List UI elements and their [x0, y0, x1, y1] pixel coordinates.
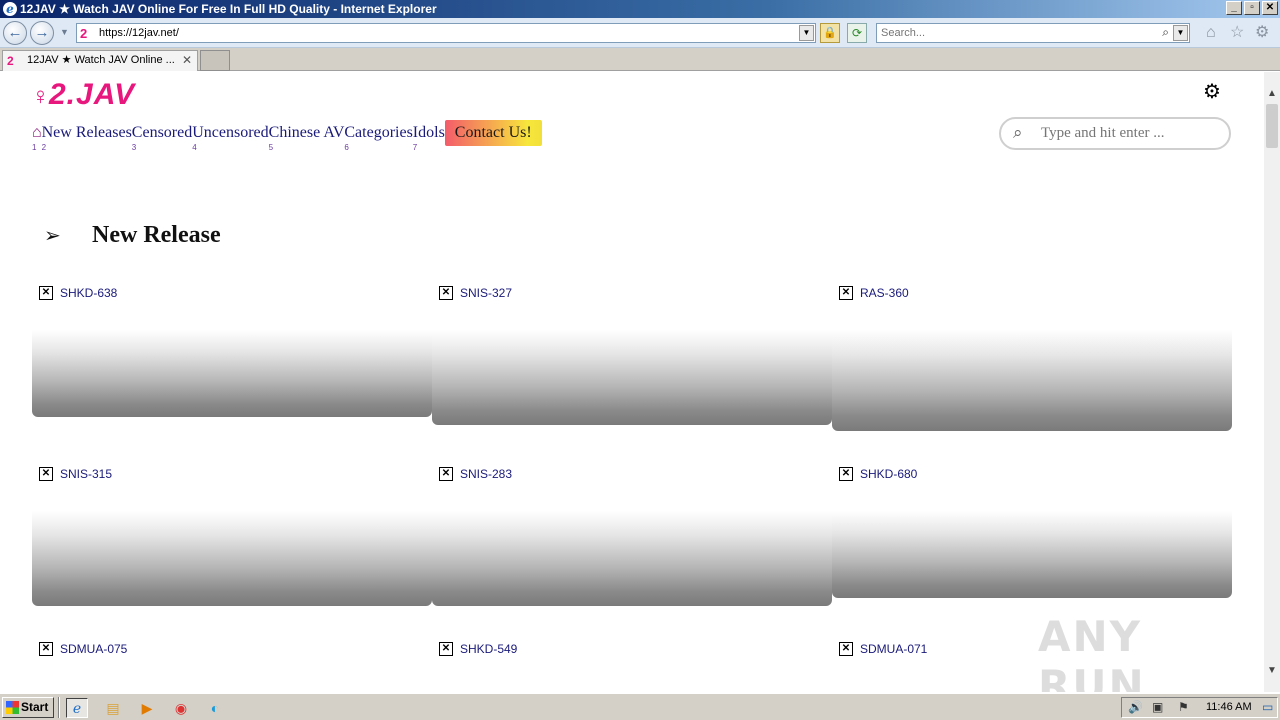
site-search-box[interactable]: ⌕	[999, 117, 1231, 150]
vertical-scrollbar[interactable]: ▲ ▼	[1264, 72, 1280, 692]
logo-figure-icon: ♀	[30, 83, 49, 110]
video-code[interactable]: SDMUA-071	[860, 642, 927, 656]
nav-home-num: 1	[32, 143, 37, 152]
action-center-flag-icon[interactable]: ⚑	[1178, 700, 1189, 714]
browser-toolbar: ← → ▼ 2 https://12jav.net/ ▼ 🔒 ⟳ ⌕ ▼ ⌂ ☆…	[0, 18, 1280, 48]
search-dropdown-icon[interactable]: ▼	[1173, 25, 1188, 41]
tab-close-icon[interactable]: ✕	[182, 51, 192, 70]
broken-image-icon: ✕	[39, 286, 53, 300]
video-code[interactable]: SNIS-327	[460, 286, 512, 300]
history-dropdown-icon[interactable]: ▼	[60, 27, 69, 37]
search-icon: ⌕	[1013, 123, 1023, 142]
nav-idols[interactable]: Idols 7	[413, 124, 445, 152]
window-title: 12JAV ★ Watch JAV Online For Free In Ful…	[20, 2, 437, 16]
nav-uncensored[interactable]: Uncensored 4	[192, 124, 268, 152]
broken-image-icon: ✕	[839, 642, 853, 656]
windows-flag-icon	[6, 701, 19, 714]
address-url[interactable]: https://12jav.net/	[99, 27, 179, 39]
lock-icon[interactable]: 🔒	[820, 23, 840, 43]
broken-image-icon: ✕	[839, 286, 853, 300]
system-tray: 🔊 ▣ ⚑ 11:46 AM ▭	[1121, 697, 1278, 718]
paper-plane-icon: ➢	[44, 225, 61, 247]
site-favicon-icon: 2	[80, 26, 88, 41]
web-page: ♀2.JAV ⚙ ⌂ 1 New Releases 2 Censored 3 U…	[0, 72, 1264, 692]
video-code[interactable]: RAS-360	[860, 286, 909, 300]
video-code[interactable]: SHKD-680	[860, 467, 917, 481]
broken-image-icon: ✕	[439, 642, 453, 656]
refresh-icon[interactable]: ⟳	[847, 23, 867, 43]
show-desktop-icon[interactable]: ▭	[1262, 700, 1273, 714]
anyrun-watermark: ANY RUN	[1038, 612, 1146, 692]
browser-search-box[interactable]: ⌕ ▼	[876, 23, 1190, 43]
taskbar-clock[interactable]: 11:46 AM	[1206, 701, 1252, 713]
video-thumbnail[interactable]	[432, 511, 832, 606]
video-thumbnail[interactable]	[32, 330, 432, 417]
address-bar[interactable]: 2 https://12jav.net/ ▼	[76, 23, 816, 43]
settings-gear-icon[interactable]: ⚙	[1203, 81, 1221, 103]
taskbar-divider	[58, 697, 60, 718]
folder-taskbar-icon[interactable]: ▤	[102, 698, 124, 718]
tab-label: 12JAV ★ Watch JAV Online ...	[27, 54, 175, 66]
address-dropdown-icon[interactable]: ▼	[799, 25, 814, 41]
back-arrow-icon[interactable]: ←	[3, 21, 27, 45]
nav-categories[interactable]: Categories 6	[344, 124, 412, 152]
site-logo[interactable]: ♀2.JAV	[30, 78, 135, 112]
minimize-button[interactable]: _	[1226, 1, 1242, 15]
volume-icon[interactable]: 🔊	[1128, 700, 1143, 714]
tools-gear-icon[interactable]: ⚙	[1255, 25, 1269, 41]
nav-censored[interactable]: Censored 3	[132, 124, 192, 152]
new-tab-button[interactable]	[200, 50, 230, 71]
nav-chinese-av[interactable]: Chinese AV 5	[269, 124, 345, 152]
nav-home[interactable]: ⌂ 1	[32, 124, 42, 152]
tab-bar: 2 12JAV ★ Watch JAV Online ... ✕	[0, 48, 1280, 71]
broken-image-icon: ✕	[439, 286, 453, 300]
forward-arrow-icon[interactable]: →	[30, 21, 54, 45]
video-code[interactable]: SNIS-315	[60, 467, 112, 481]
close-button[interactable]: ✕	[1262, 1, 1278, 15]
broken-image-icon: ✕	[839, 467, 853, 481]
video-thumbnail[interactable]	[32, 511, 432, 606]
video-code[interactable]: SHKD-638	[60, 286, 117, 300]
video-thumbnail[interactable]	[832, 511, 1232, 598]
broken-image-icon: ✕	[39, 642, 53, 656]
tab-favicon-icon: 2	[7, 54, 14, 68]
windows-taskbar: Start e ▤ ▶ ◉ ◐ 🔊 ▣ ⚑ 11:46 AM ▭	[0, 693, 1280, 720]
maximize-button[interactable]: ▫	[1244, 1, 1260, 15]
scroll-thumb[interactable]	[1266, 104, 1278, 148]
network-icon[interactable]: ▣	[1152, 700, 1163, 714]
nav-new-releases[interactable]: New Releases 2	[42, 124, 132, 152]
video-thumbnail[interactable]	[832, 330, 1232, 431]
video-code[interactable]: SDMUA-075	[60, 642, 127, 656]
scroll-down-icon[interactable]: ▼	[1264, 663, 1280, 679]
window-titlebar: e 12JAV ★ Watch JAV Online For Free In F…	[0, 0, 1280, 18]
chrome-taskbar-icon[interactable]: ◉	[170, 698, 192, 718]
main-nav: ⌂ 1 New Releases 2 Censored 3 Uncensored…	[32, 120, 542, 152]
scroll-up-icon[interactable]: ▲	[1264, 86, 1280, 102]
start-button[interactable]: Start	[2, 697, 54, 718]
window-controls: _ ▫ ✕	[1226, 1, 1278, 15]
media-player-taskbar-icon[interactable]: ▶	[136, 698, 158, 718]
broken-image-icon: ✕	[39, 467, 53, 481]
search-icon[interactable]: ⌕	[1162, 25, 1169, 40]
tab-12jav[interactable]: 2 12JAV ★ Watch JAV Online ... ✕	[2, 50, 198, 71]
edge-taskbar-icon[interactable]: ◐	[204, 698, 226, 718]
home-icon[interactable]: ⌂	[1206, 25, 1216, 41]
section-title: New Release	[92, 222, 221, 248]
ie-taskbar-icon[interactable]: e	[66, 698, 88, 718]
contact-us-button[interactable]: Contact Us!	[444, 120, 542, 146]
favorites-star-icon[interactable]: ☆	[1230, 25, 1244, 41]
video-code[interactable]: SNIS-283	[460, 467, 512, 481]
video-code[interactable]: SHKD-549	[460, 642, 517, 656]
broken-image-icon: ✕	[439, 467, 453, 481]
video-thumbnail[interactable]	[432, 330, 832, 425]
site-search-input[interactable]	[1041, 125, 1221, 142]
browser-search-input[interactable]	[877, 24, 1147, 42]
ie-logo-icon: e	[3, 2, 17, 16]
